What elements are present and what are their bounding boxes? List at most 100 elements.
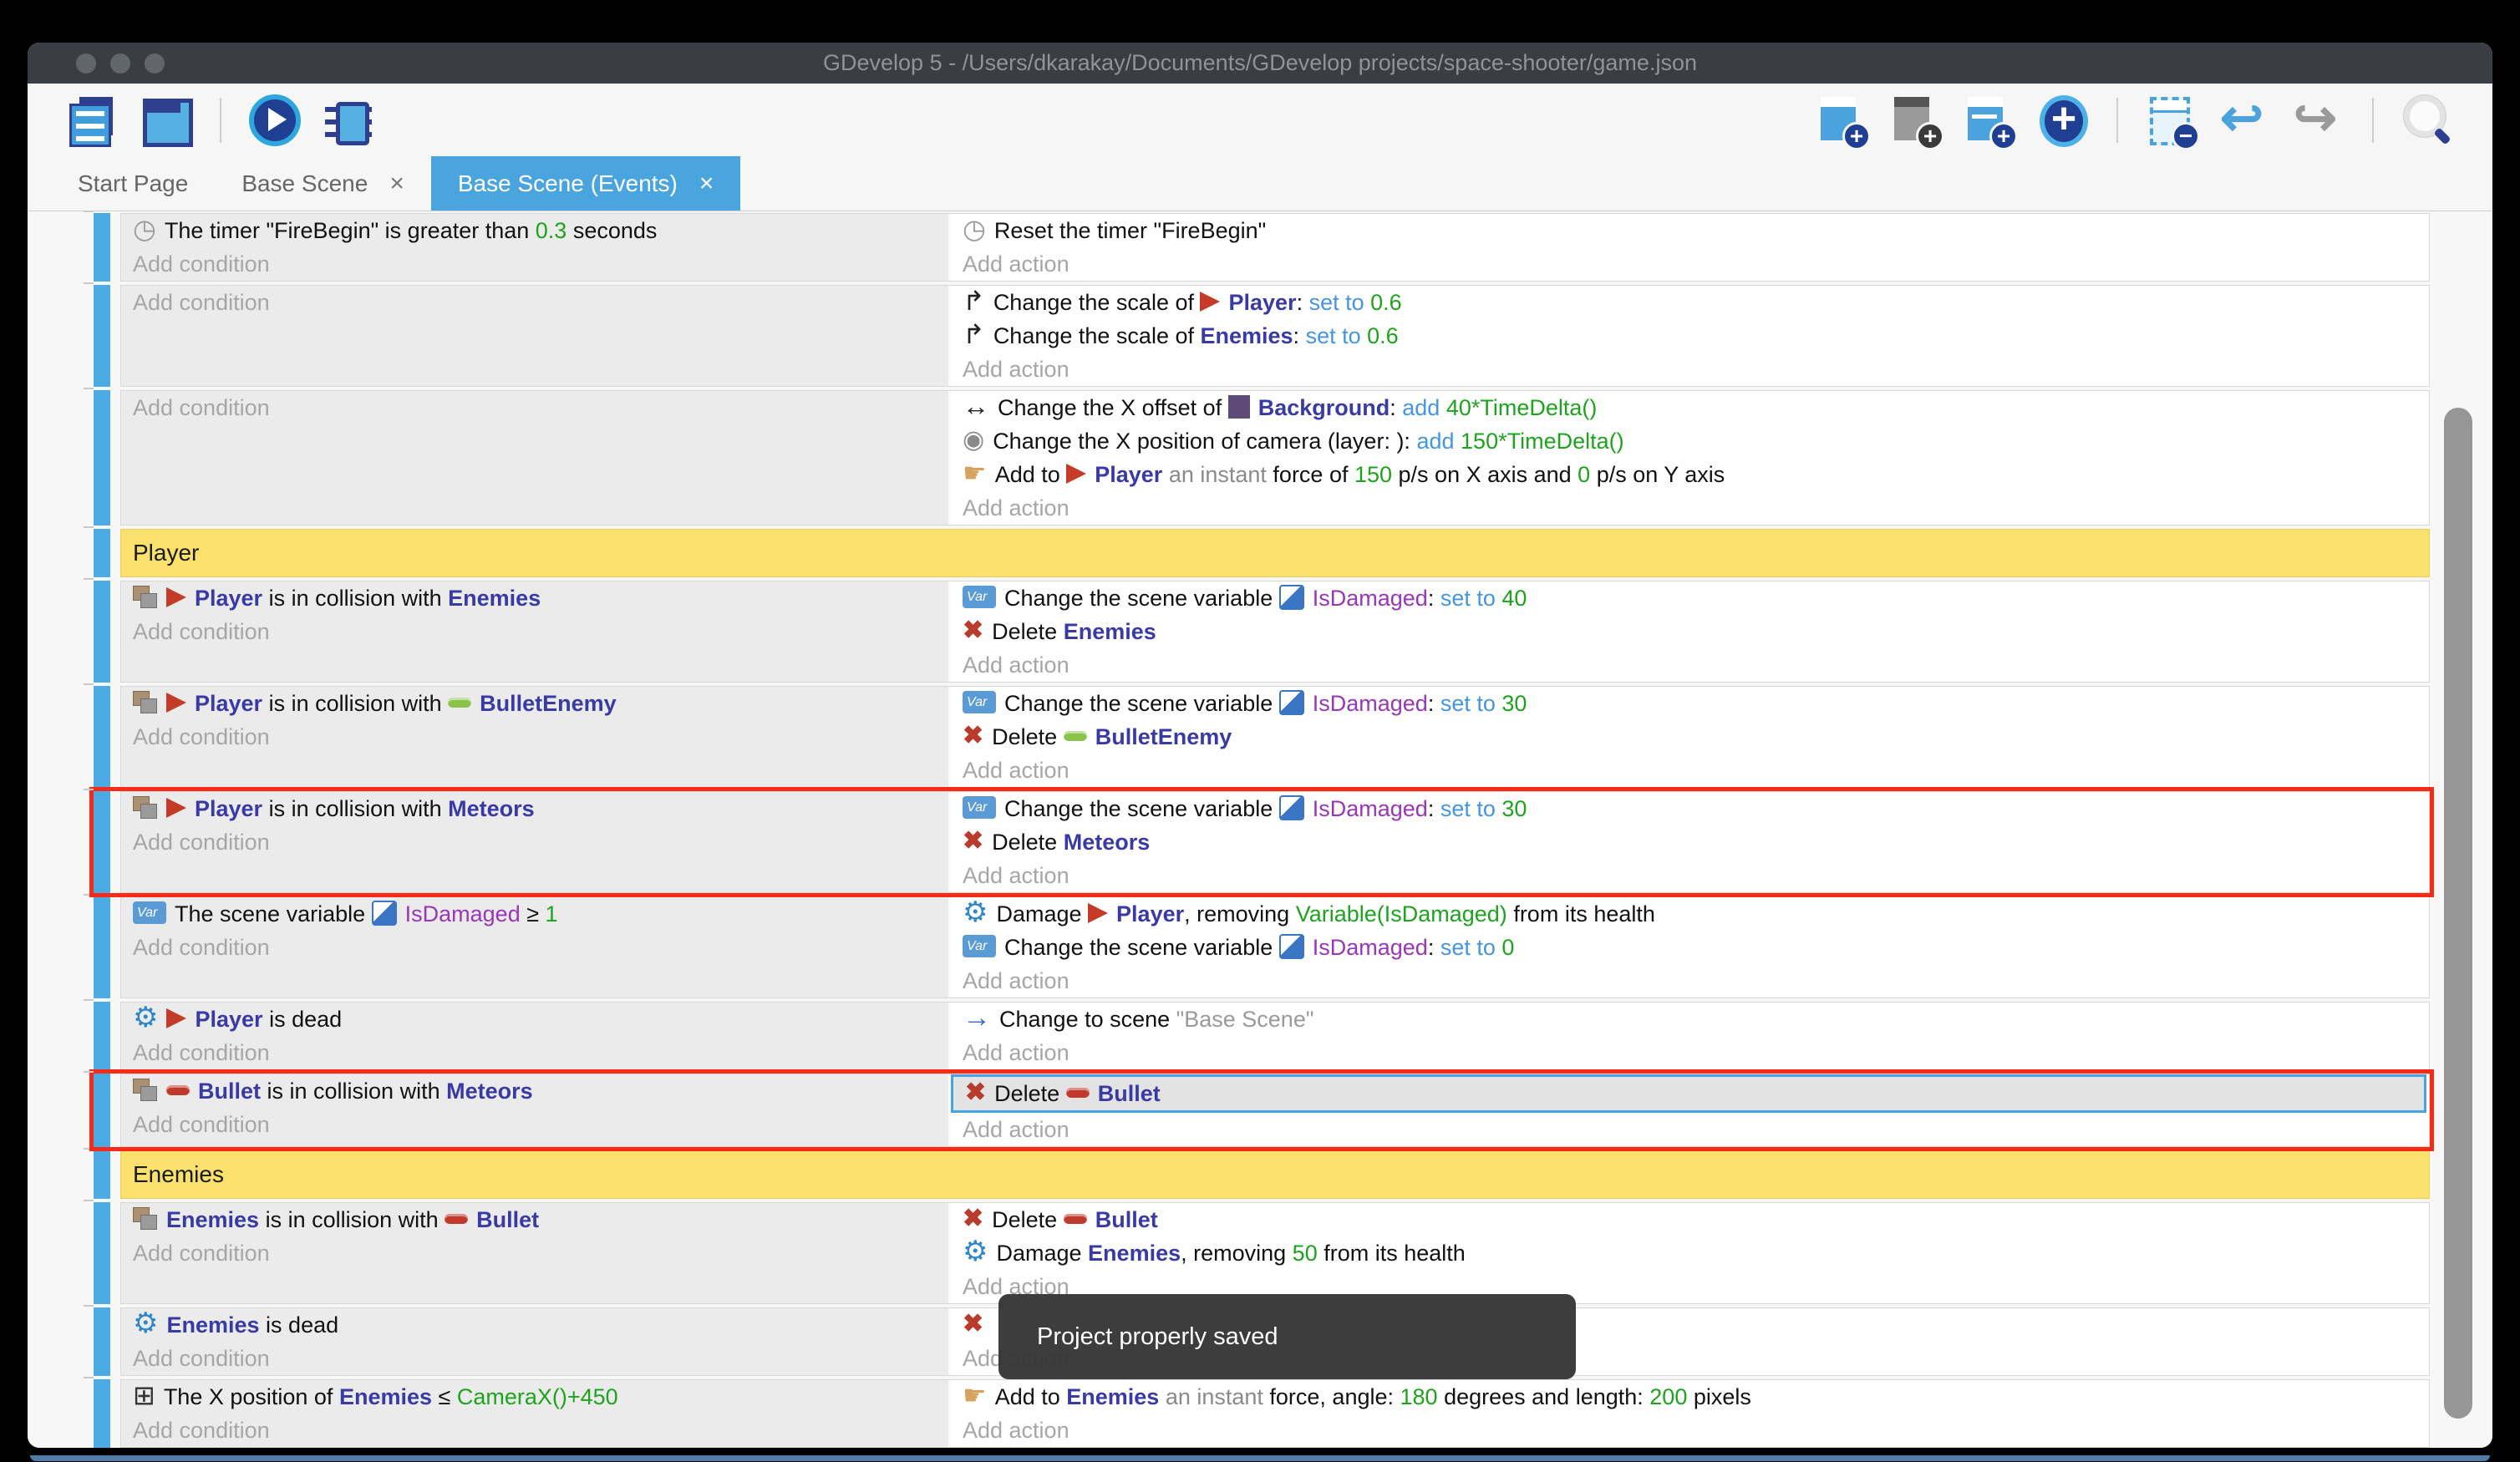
action-line[interactable]: Delete BulletEnemy (951, 720, 2429, 754)
conditions-column[interactable]: Bullet is in collision with MeteorsAdd c… (121, 1074, 951, 1146)
condition-line[interactable]: Bullet is in collision with Meteors (121, 1074, 948, 1108)
event-selection-bar[interactable] (94, 213, 110, 282)
conditions-column[interactable]: Player is in collision with EnemiesAdd c… (121, 581, 951, 682)
add-condition-button[interactable]: Add condition (121, 615, 948, 648)
add-condition-button[interactable]: Add condition (121, 825, 948, 859)
add-condition-button[interactable]: Add condition (121, 247, 948, 281)
event-selection-bar[interactable] (94, 1307, 110, 1376)
action-line[interactable]: Add to Player an instant force of 150 p/… (951, 458, 2429, 491)
delete-event-icon[interactable] (2145, 94, 2198, 147)
action-line[interactable]: Change the scale of Enemies: set to 0.6 (951, 319, 2429, 353)
conditions-column[interactable]: Enemies is in collision with BulletAdd c… (121, 1203, 951, 1303)
add-action-button[interactable]: Add action (951, 1414, 2429, 1447)
action-line[interactable]: Change the scale of Player: set to 0.6 (951, 286, 2429, 319)
add-action-button[interactable]: Add action (951, 859, 2429, 892)
add-action-button[interactable]: Add action (951, 491, 2429, 525)
action-line[interactable]: Delete Bullet (951, 1203, 2429, 1236)
condition-line[interactable]: The scene variable IsDamaged ≥ 1 (121, 897, 948, 931)
tab-base-scene[interactable]: Base Scene× (215, 156, 431, 211)
add-action-button[interactable]: Add action (951, 247, 2429, 281)
add-condition-button[interactable]: Add condition (121, 931, 948, 964)
event-row[interactable]: Add conditionChange the X offset of Back… (94, 390, 2430, 525)
conditions-column[interactable]: Enemies is deadAdd condition (121, 1308, 951, 1375)
event-group-header[interactable]: Player (120, 529, 2430, 577)
event-row[interactable]: Player is deadAdd conditionChange to sce… (94, 1002, 2430, 1070)
action-line[interactable]: Change to scene "Base Scene" (951, 1003, 2429, 1036)
event-selection-bar[interactable] (94, 1074, 110, 1147)
event-selection-bar[interactable] (94, 686, 110, 788)
add-condition-button[interactable]: Add condition (121, 720, 948, 754)
action-line[interactable]: Delete Enemies (951, 615, 2429, 648)
actions-column[interactable]: Change the scene variable IsDamaged: set… (951, 581, 2429, 682)
conditions-column[interactable]: The X position of Enemies ≤ CameraX()+45… (121, 1380, 951, 1447)
conditions-column[interactable]: Player is in collision with BulletEnemyA… (121, 687, 951, 787)
condition-line[interactable]: Player is dead (121, 1003, 948, 1036)
actions-column[interactable]: Reset the timer "FireBegin"Add action (951, 214, 2429, 281)
action-line[interactable]: Damage Enemies, removing 50 from its hea… (951, 1236, 2429, 1270)
event-row[interactable]: The scene variable IsDamaged ≥ 1Add cond… (94, 896, 2430, 998)
tab-base-scene-events-[interactable]: Base Scene (Events)× (431, 156, 741, 211)
add-action-button[interactable]: Add action (951, 964, 2429, 998)
add-action-button[interactable]: Add action (951, 1113, 2429, 1146)
debug-icon[interactable] (322, 94, 375, 147)
action-line[interactable]: Reset the timer "FireBegin" (951, 214, 2429, 247)
event-row[interactable]: Add conditionChange the scale of Player:… (94, 285, 2430, 387)
condition-line[interactable]: Player is in collision with BulletEnemy (121, 687, 948, 720)
add-action-button[interactable]: Add action (951, 1036, 2429, 1069)
conditions-column[interactable]: Player is in collision with MeteorsAdd c… (121, 792, 951, 892)
play-icon[interactable] (248, 94, 302, 147)
minimize-window-button[interactable] (110, 53, 130, 74)
event-row[interactable]: The timer "FireBegin" is greater than 0.… (94, 213, 2430, 282)
event-row[interactable]: Player is in collision with BulletEnemyA… (94, 686, 2430, 788)
scene-list-icon[interactable] (140, 94, 193, 147)
actions-column[interactable]: Change the X offset of Background: add 4… (951, 391, 2429, 525)
actions-column[interactable]: Add to Enemies an instant force, angle: … (951, 1380, 2429, 1447)
event-selection-bar[interactable] (94, 390, 110, 525)
action-line[interactable]: Change the scene variable IsDamaged: set… (951, 581, 2429, 615)
action-line[interactable]: Delete Meteors (951, 825, 2429, 859)
event-row[interactable]: Player is in collision with EnemiesAdd c… (94, 581, 2430, 683)
add-condition-button[interactable]: Add condition (121, 1108, 948, 1141)
event-selection-bar[interactable] (94, 791, 110, 893)
actions-column[interactable]: Change the scene variable IsDamaged: set… (951, 792, 2429, 892)
action-line[interactable]: Change the scene variable IsDamaged: set… (951, 687, 2429, 720)
actions-column[interactable]: Delete BulletDamage Enemies, removing 50… (951, 1203, 2429, 1303)
add-something-icon[interactable] (2036, 94, 2090, 147)
event-row[interactable]: The X position of Enemies ≤ CameraX()+45… (94, 1379, 2430, 1448)
event-group-header[interactable]: Enemies (120, 1150, 2430, 1199)
action-line[interactable]: Change the scene variable IsDamaged: set… (951, 931, 2429, 964)
event-group-row[interactable]: Player (94, 529, 2430, 577)
actions-column[interactable]: Change the scale of Player: set to 0.6Ch… (951, 286, 2429, 386)
add-action-button[interactable]: Add action (951, 353, 2429, 386)
action-line[interactable]: Damage Player, removing Variable(IsDamag… (951, 897, 2429, 931)
zoom-window-button[interactable] (145, 53, 165, 74)
vertical-scrollbar-thumb[interactable] (2444, 408, 2472, 1419)
tab-close-icon[interactable]: × (389, 170, 404, 198)
actions-column[interactable]: Change the scene variable IsDamaged: set… (951, 687, 2429, 787)
condition-line[interactable]: The timer "FireBegin" is greater than 0.… (121, 214, 948, 247)
event-selection-bar[interactable] (94, 581, 110, 683)
condition-line[interactable]: Enemies is dead (121, 1308, 948, 1342)
project-manager-icon[interactable] (66, 94, 119, 147)
redo-icon[interactable] (2292, 94, 2345, 147)
event-selection-bar[interactable] (94, 285, 110, 387)
conditions-column[interactable]: Add condition (121, 286, 951, 386)
action-line[interactable]: Delete Bullet (951, 1074, 2426, 1113)
event-row[interactable]: Player is in collision with MeteorsAdd c… (94, 791, 2430, 893)
action-line[interactable]: Change the X offset of Background: add 4… (951, 391, 2429, 424)
action-line[interactable]: Change the X position of camera (layer: … (951, 424, 2429, 458)
event-selection-bar[interactable] (94, 1379, 110, 1448)
close-window-button[interactable] (76, 53, 96, 74)
add-comment-icon[interactable] (1963, 94, 2016, 147)
conditions-column[interactable]: Player is deadAdd condition (121, 1003, 951, 1069)
action-line[interactable]: Change the scene variable IsDamaged: set… (951, 792, 2429, 825)
conditions-column[interactable]: The timer "FireBegin" is greater than 0.… (121, 214, 951, 281)
condition-line[interactable]: Enemies is in collision with Bullet (121, 1203, 948, 1236)
add-condition-button[interactable]: Add condition (121, 1236, 948, 1270)
event-selection-bar[interactable] (94, 896, 110, 998)
actions-column[interactable]: Change to scene "Base Scene"Add action (951, 1003, 2429, 1069)
tab-close-icon[interactable]: × (699, 170, 714, 198)
add-condition-button[interactable]: Add condition (121, 1414, 948, 1447)
action-line[interactable]: Add to Enemies an instant force, angle: … (951, 1380, 2429, 1414)
add-subevent-icon[interactable] (1889, 94, 1943, 147)
